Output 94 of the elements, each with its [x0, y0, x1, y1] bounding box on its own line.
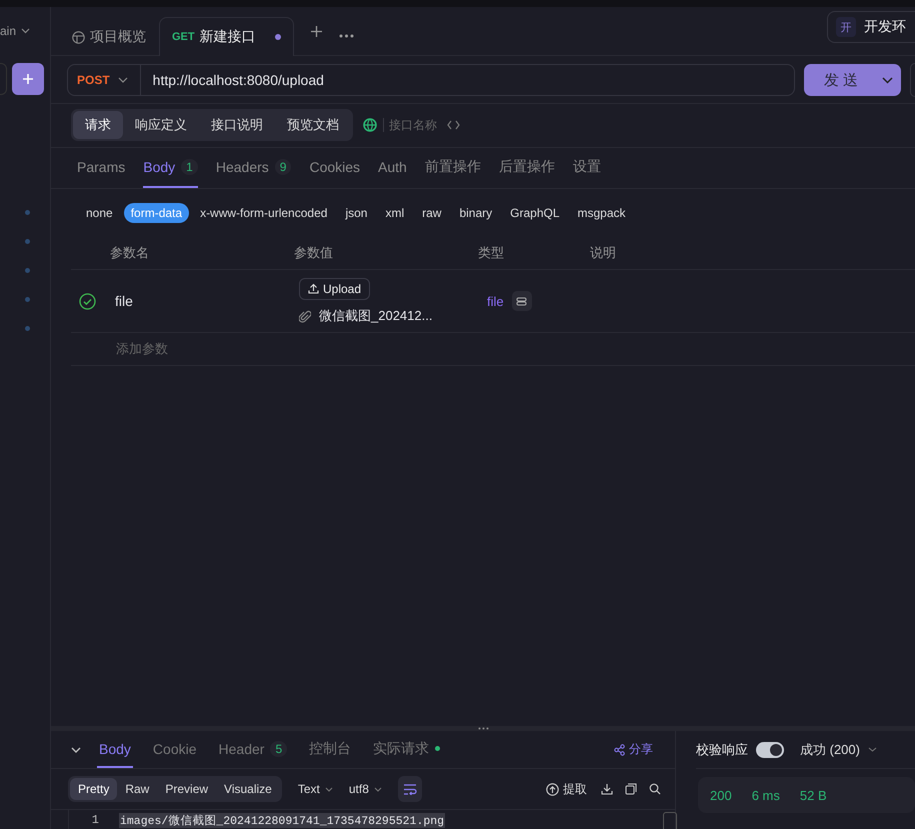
chevron-down-icon	[868, 747, 877, 752]
response-time: 6 ms	[752, 788, 780, 802]
mode-tab[interactable]: 请求	[73, 111, 123, 139]
dot-icon	[24, 239, 30, 244]
share-link[interactable]: 分享	[614, 731, 653, 768]
param-tab[interactable]: Cookies	[309, 148, 360, 188]
response-tab[interactable]: Body	[97, 731, 133, 768]
chevron-down-icon[interactable]	[71, 746, 81, 752]
column-header: 参数名	[110, 244, 150, 262]
branch-label[interactable]: ain	[0, 24, 16, 38]
view-tab[interactable]: Visualize	[216, 778, 280, 800]
column-header: 说明	[590, 244, 616, 262]
param-tab[interactable]: Params	[77, 148, 126, 188]
status-code: 200	[710, 788, 732, 802]
body-type-option[interactable]: x-www-form-urlencoded	[193, 203, 334, 223]
url-bar[interactable]: POST http://localhost:8080/upload	[67, 64, 795, 96]
response-tab[interactable]: Header 5	[216, 731, 290, 768]
body-type-option[interactable]: raw	[415, 203, 448, 223]
format-selector[interactable]: Text	[298, 782, 333, 796]
chevron-down-icon[interactable]	[882, 76, 893, 84]
param-tab[interactable]: 后置操作	[498, 148, 555, 188]
tab[interactable]: GET 新建接口	[159, 17, 294, 56]
body-type-option[interactable]: binary	[452, 203, 500, 223]
share-icon	[614, 744, 625, 756]
response-tab[interactable]: 实际请求	[371, 731, 442, 768]
param-name[interactable]: file	[115, 293, 299, 309]
upload-icon	[308, 283, 319, 294]
tab[interactable]: 项目概览	[59, 17, 159, 56]
view-tab[interactable]: Preview	[157, 778, 216, 800]
check-circle-icon[interactable]	[79, 292, 96, 310]
word-wrap-button[interactable]	[398, 776, 422, 802]
file-name: 微信截图_202412...	[319, 306, 432, 324]
response-size: 52 B	[800, 788, 827, 802]
view-tab[interactable]: Raw	[117, 778, 158, 800]
mode-tab[interactable]: 响应定义	[123, 111, 199, 139]
count-badge: 5	[270, 740, 288, 756]
plus-icon[interactable]	[310, 25, 323, 38]
dot-icon	[24, 326, 30, 331]
column-header: 类型	[478, 244, 505, 262]
send-button[interactable]: 发 送	[804, 64, 901, 96]
paperclip-icon	[299, 308, 311, 322]
code-icon[interactable]	[447, 120, 460, 130]
chevron-down-icon	[324, 786, 333, 792]
dot-icon	[24, 268, 30, 273]
mode-tab[interactable]: 接口说明	[199, 111, 275, 139]
chevron-down-icon	[374, 786, 382, 792]
environment-selector[interactable]: 开 开发环	[827, 11, 915, 43]
chevron-down-icon	[21, 28, 30, 34]
settings-icon[interactable]	[512, 291, 532, 311]
add-button[interactable]	[12, 63, 44, 95]
url-text[interactable]: http://localhost:8080/upload	[140, 72, 324, 88]
dot-icon	[24, 210, 30, 215]
response-selector[interactable]: 成功 (200)	[800, 740, 877, 758]
plus-icon	[22, 73, 34, 85]
response-tab[interactable]: 控制台	[307, 731, 354, 768]
param-tab[interactable]: Headers 9	[216, 148, 292, 188]
dot-icon	[24, 297, 30, 302]
column-header: 参数值	[294, 244, 334, 262]
environment-badge: 开	[836, 17, 856, 37]
method-label: GET	[172, 31, 195, 43]
tab-label: 项目概览	[90, 28, 146, 46]
response-tab[interactable]: Cookie	[150, 731, 199, 768]
body-type-option[interactable]: msgpack	[570, 203, 633, 223]
count-badge: 9	[274, 159, 292, 175]
chevron-down-icon	[118, 77, 128, 83]
line-number: 1	[90, 813, 99, 827]
param-tab[interactable]: 设置	[572, 148, 601, 188]
method-selector[interactable]: POST	[68, 65, 141, 95]
encoding-selector[interactable]: utf8	[348, 782, 382, 796]
param-type[interactable]: file	[487, 294, 504, 308]
param-tab[interactable]: Body 1	[143, 148, 198, 188]
extract-button[interactable]: 提取	[546, 780, 587, 798]
layout-icon	[72, 30, 85, 44]
view-tab[interactable]: Pretty	[70, 778, 118, 800]
body-type-option[interactable]: json	[338, 203, 374, 223]
search-icon[interactable]	[649, 783, 661, 795]
wrap-icon	[402, 784, 417, 794]
body-type-option[interactable]: none	[79, 203, 120, 223]
upload-button[interactable]: Upload	[299, 278, 370, 300]
validate-toggle[interactable]	[756, 742, 784, 758]
param-tab[interactable]: Auth	[378, 148, 407, 188]
validate-label: 校验响应	[696, 740, 748, 758]
body-type-option[interactable]: xml	[378, 203, 412, 223]
copy-icon[interactable]	[625, 783, 637, 795]
globe-icon[interactable]	[363, 118, 377, 132]
drag-handle-icon[interactable]	[478, 727, 488, 730]
download-icon[interactable]	[601, 783, 613, 795]
more-icon[interactable]	[338, 34, 354, 38]
upload-icon	[546, 782, 559, 796]
tab-label: 新建接口	[200, 28, 256, 46]
mode-tab[interactable]: 预览文档	[275, 111, 351, 139]
param-tab[interactable]: 前置操作	[424, 148, 481, 188]
body-type-option[interactable]: GraphQL	[503, 203, 567, 223]
count-badge: 1	[181, 159, 198, 175]
